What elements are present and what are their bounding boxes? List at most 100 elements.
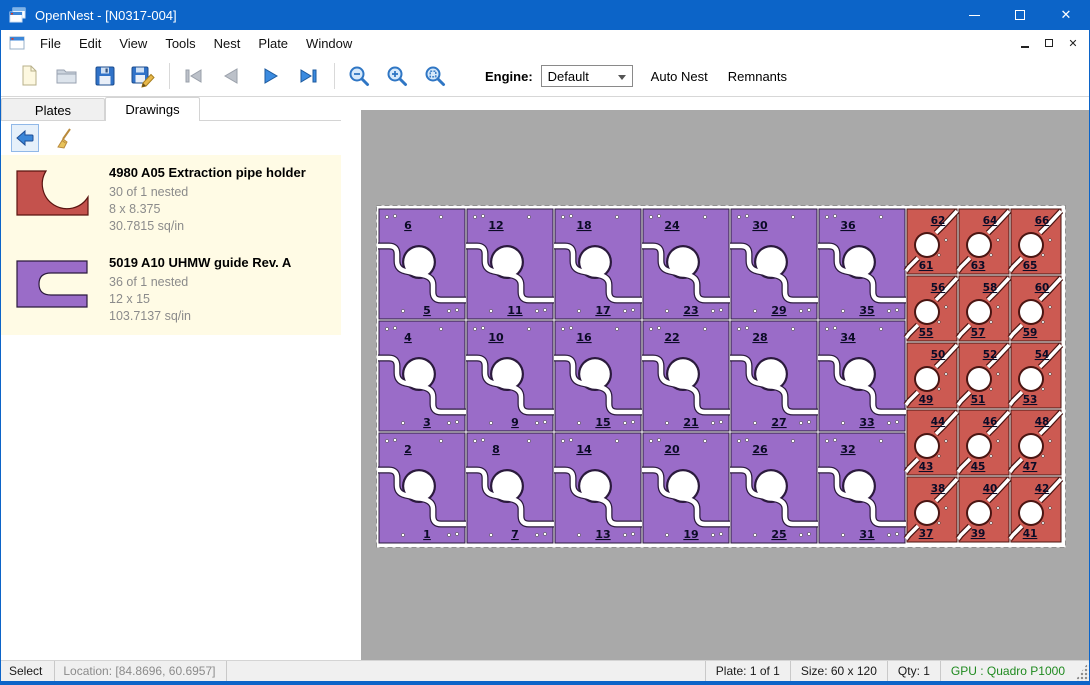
menu-nest[interactable]: Nest [205, 32, 250, 55]
tab-plates[interactable]: Plates [1, 98, 105, 121]
purple-part-pair[interactable]: 1817 [554, 209, 642, 319]
svg-text:15: 15 [595, 416, 610, 429]
mdi-close-button[interactable]: ✕ [1061, 33, 1085, 53]
uhmw-guide-shape [17, 261, 87, 307]
purple-part-pair[interactable]: 2221 [642, 321, 730, 431]
go-previous-button[interactable] [216, 60, 248, 92]
maximize-button[interactable] [997, 0, 1043, 30]
svg-text:31: 31 [859, 528, 874, 541]
go-first-button[interactable] [178, 60, 210, 92]
purple-part-pair[interactable]: 1413 [554, 433, 642, 543]
purple-part-pair[interactable]: 109 [466, 321, 554, 431]
drawing-title: 4980 A05 Extraction pipe holder [109, 165, 335, 180]
panel-splitter[interactable] [341, 97, 361, 660]
red-part-pair[interactable]: 5857 [958, 276, 1009, 341]
purple-part-pair[interactable]: 30 29 [730, 209, 818, 319]
svg-text:51: 51 [971, 394, 986, 406]
purple-part-pair[interactable]: 87 [466, 433, 554, 543]
document-window-icon [9, 36, 25, 50]
go-last-button[interactable] [292, 60, 324, 92]
red-part-pair[interactable]: 6059 [1010, 276, 1061, 341]
app-icon [9, 7, 27, 23]
red-part-pair[interactable]: 6261 [906, 209, 957, 274]
svg-text:63: 63 [971, 260, 986, 272]
zoom-out-button[interactable] [343, 60, 375, 92]
save-button[interactable] [89, 60, 121, 92]
purple-part-pair[interactable]: 2423 [642, 209, 730, 319]
red-part-pair[interactable]: 6665 [1010, 209, 1061, 274]
svg-text:61: 61 [919, 260, 934, 272]
red-part-pair[interactable]: 4039 [958, 477, 1009, 542]
svg-text:49: 49 [919, 394, 934, 406]
red-part-pair[interactable]: 3837 [906, 477, 957, 542]
red-part-pair[interactable]: 5453 [1010, 343, 1061, 408]
title-bar: OpenNest - [N0317-004] ✕ [1, 0, 1089, 30]
mdi-restore-button[interactable] [1037, 33, 1061, 53]
clear-broom-button[interactable] [51, 124, 79, 152]
engine-select[interactable]: Default [541, 65, 633, 87]
tab-drawings[interactable]: Drawings [105, 97, 200, 121]
red-part-pair[interactable]: 5655 [906, 276, 957, 341]
menu-tools[interactable]: Tools [156, 32, 204, 55]
menu-window[interactable]: Window [297, 32, 361, 55]
svg-text:44: 44 [931, 416, 946, 428]
purple-part-pair[interactable]: 1211 [466, 209, 554, 319]
purple-part-pair[interactable]: 1615 [554, 321, 642, 431]
toolbar-separator [169, 63, 170, 89]
purple-part-pair[interactable]: 2625 [730, 433, 818, 543]
purple-part-pair[interactable]: 21 [378, 433, 466, 543]
svg-text:29: 29 [771, 304, 786, 317]
red-part-pair[interactable]: 4847 [1010, 410, 1061, 475]
nest-drawing[interactable]: 6512111817242330293635431091615222128273… [376, 205, 1066, 548]
red-part-pair[interactable]: 6463 [958, 209, 1009, 274]
svg-text:4: 4 [404, 331, 412, 344]
svg-text:45: 45 [971, 461, 986, 473]
purple-part-pair[interactable]: 3433 [818, 321, 906, 431]
save-as-button[interactable] [127, 60, 159, 92]
zoom-fit-button[interactable] [419, 60, 451, 92]
app-window: OpenNest - [N0317-004] ✕ File Edit View … [0, 0, 1090, 685]
svg-text:38: 38 [931, 483, 946, 495]
resize-grip-icon[interactable] [1075, 661, 1089, 681]
mdi-window-controls: ✕ [1013, 30, 1089, 56]
auto-nest-button[interactable]: Auto Nest [649, 65, 710, 88]
minimize-button[interactable] [951, 0, 997, 30]
svg-text:22: 22 [664, 331, 679, 344]
purple-part-pair[interactable]: 2019 [642, 433, 730, 543]
purple-part-pair[interactable]: 3635 [818, 209, 906, 319]
svg-text:30: 30 [752, 219, 768, 232]
svg-text:57: 57 [971, 327, 986, 339]
purple-part-pair[interactable]: 3231 [818, 433, 906, 543]
nest-canvas[interactable]: 6512111817242330293635431091615222128273… [361, 110, 1089, 660]
mdi-minimize-button[interactable] [1013, 33, 1037, 53]
red-part-pair[interactable]: 5251 [958, 343, 1009, 408]
menu-file[interactable]: File [31, 32, 70, 55]
drawing-area: 30.7815 sq/in [109, 218, 335, 235]
svg-text:66: 66 [1035, 215, 1050, 227]
red-part-pair[interactable]: 4241 [1010, 477, 1061, 542]
open-folder-button[interactable] [51, 60, 83, 92]
plate[interactable]: 6512111817242330293635431091615222128273… [376, 205, 1066, 548]
new-document-button[interactable] [13, 60, 45, 92]
red-part-pair[interactable]: 4645 [958, 410, 1009, 475]
svg-text:50: 50 [931, 349, 946, 361]
purple-part-pair[interactable]: 65 [378, 209, 466, 319]
red-part-pair[interactable]: 4443 [906, 410, 957, 475]
zoom-in-button[interactable] [381, 60, 413, 92]
close-button[interactable]: ✕ [1043, 0, 1089, 30]
svg-text:56: 56 [931, 282, 946, 294]
drawing-nested-count: 36 of 1 nested [109, 274, 335, 291]
go-next-button[interactable] [254, 60, 286, 92]
remnants-button[interactable]: Remnants [726, 65, 789, 88]
menu-view[interactable]: View [110, 32, 156, 55]
red-part-pair[interactable]: 50 49 [906, 343, 957, 408]
menu-edit[interactable]: Edit [70, 32, 110, 55]
menu-plate[interactable]: Plate [249, 32, 297, 55]
drawing-item-uhmw-guide[interactable]: 5019 A10 UHMW guide Rev. A 36 of 1 neste… [1, 245, 341, 335]
back-arrow-button[interactable] [11, 124, 39, 152]
part-thumbnail [9, 253, 109, 325]
purple-part-pair[interactable]: 43 [378, 321, 466, 431]
svg-text:7: 7 [511, 528, 519, 541]
purple-part-pair[interactable]: 2827 [730, 321, 818, 431]
drawing-item-extraction-pipe-holder[interactable]: 4980 A05 Extraction pipe holder 30 of 1 … [1, 155, 341, 245]
